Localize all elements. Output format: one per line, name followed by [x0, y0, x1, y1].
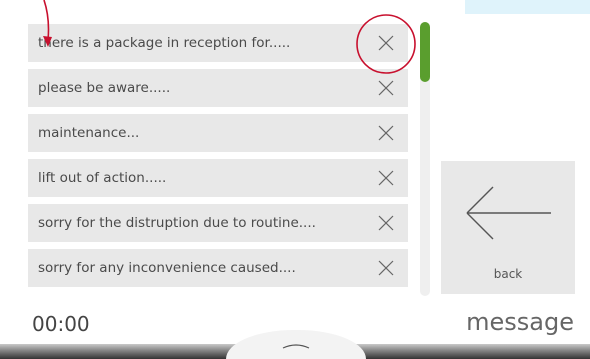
- delete-message-button[interactable]: [364, 24, 408, 62]
- message-row[interactable]: lift out of action.....: [28, 159, 408, 197]
- message-text: sorry for any inconvenience caused....: [38, 260, 296, 276]
- delete-message-button[interactable]: [364, 114, 408, 152]
- back-button[interactable]: back: [441, 161, 575, 294]
- message-row[interactable]: maintenance...: [28, 114, 408, 152]
- timer: 00:00: [32, 312, 90, 336]
- message-text: please be aware.....: [38, 80, 171, 96]
- message-text: there is a package in reception for.....: [38, 35, 291, 51]
- bottom-handle[interactable]: [226, 330, 366, 359]
- message-text: maintenance...: [38, 125, 140, 141]
- close-x-icon: [378, 260, 394, 276]
- close-x-icon: [378, 215, 394, 231]
- delete-message-button[interactable]: [364, 69, 408, 107]
- delete-message-button[interactable]: [364, 249, 408, 287]
- close-x-icon: [378, 170, 394, 186]
- mode-label: message: [466, 308, 574, 336]
- message-row[interactable]: sorry for the distruption due to routine…: [28, 204, 408, 242]
- message-text: lift out of action.....: [38, 170, 167, 186]
- delete-message-button[interactable]: [364, 204, 408, 242]
- scrollbar-thumb[interactable]: [420, 22, 430, 82]
- delete-message-button[interactable]: [364, 159, 408, 197]
- scrollbar[interactable]: [420, 22, 430, 296]
- top-tab-strip: [465, 0, 590, 14]
- message-row[interactable]: please be aware.....: [28, 69, 408, 107]
- arrow-left-icon: [466, 186, 551, 240]
- message-row[interactable]: there is a package in reception for.....: [28, 24, 408, 62]
- close-x-icon: [378, 125, 394, 141]
- close-x-icon: [378, 80, 394, 96]
- back-label: back: [493, 267, 523, 281]
- close-x-icon: [378, 35, 394, 51]
- message-text: sorry for the distruption due to routine…: [38, 215, 316, 231]
- message-row[interactable]: sorry for any inconvenience caused....: [28, 249, 408, 287]
- chevron-up-icon: [282, 344, 310, 349]
